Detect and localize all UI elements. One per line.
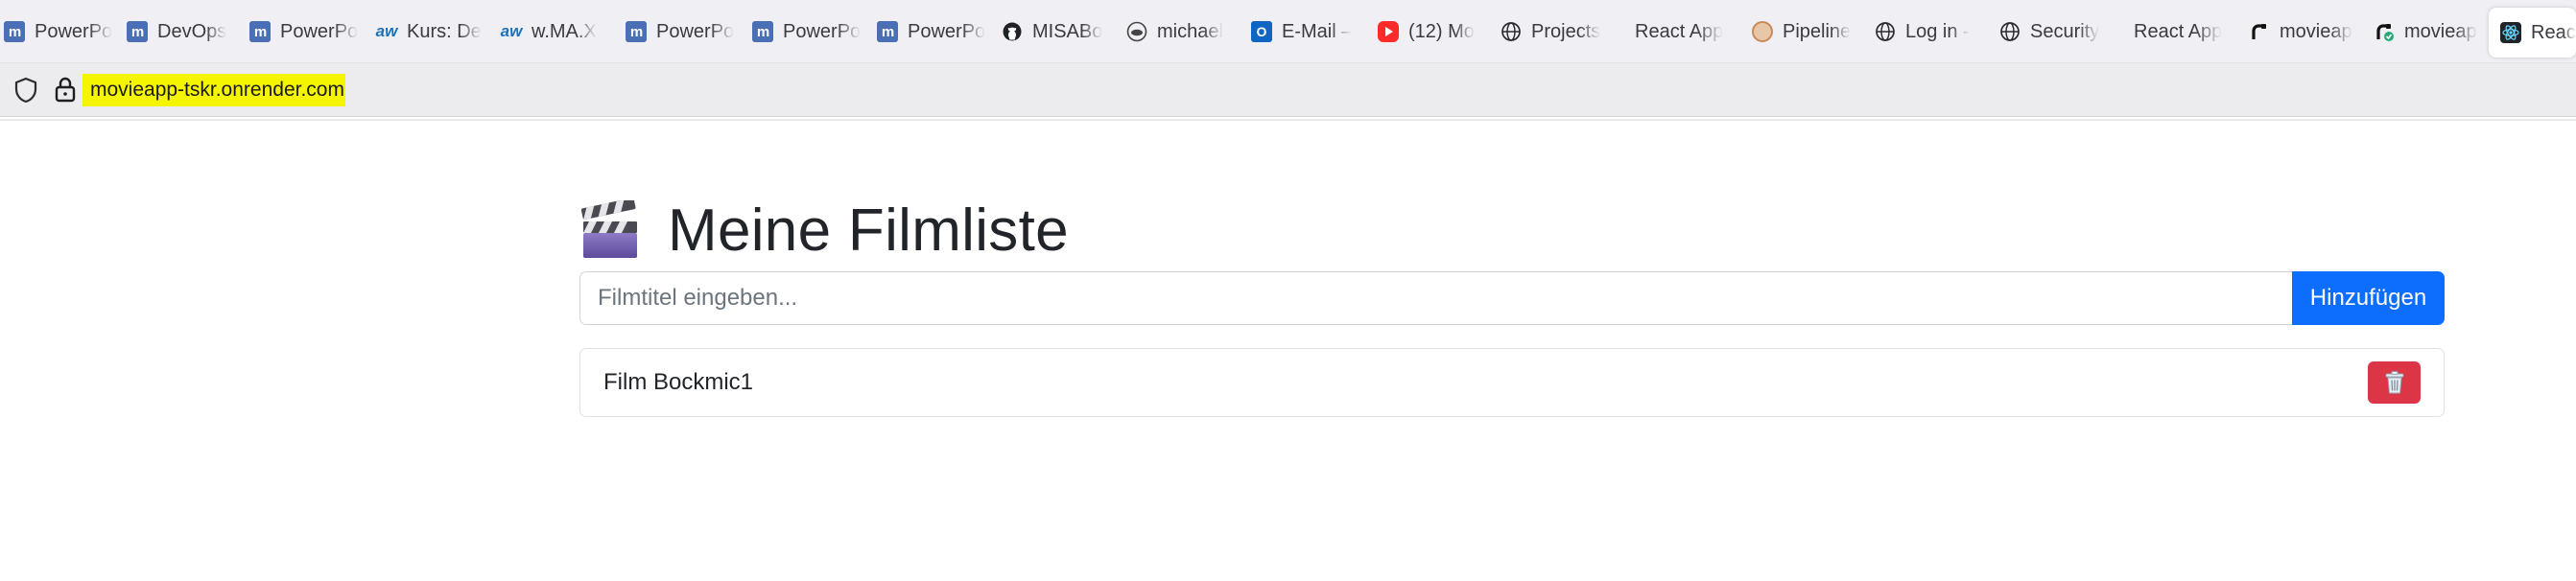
bookmark-tab-label: w.MA.X [532,20,597,42]
m-logo-icon: m [127,21,148,42]
bookmark-tab[interactable]: aw w.MA.X [497,12,610,52]
aw-logo-icon: aw [500,22,523,40]
add-movie-form: Hinzufügen [579,271,2445,325]
bookmark-tab-label: PowerPo [783,20,862,42]
shield-icon[interactable] [13,77,38,104]
bookmark-tab-label: Kurs: De [407,20,482,42]
bookmark-tab-label: Log in - [1905,20,1970,42]
globe-icon [2000,22,2020,41]
lock-icon[interactable] [54,75,77,104]
bookmarks-bar: m PowerPo m DevOps m PowerPo aw Kurs: De aw w.MA.… [0,0,2576,63]
bookmark-tab[interactable]: Log in - [1871,12,1984,52]
movie-title: Film Bockmic1 [603,369,754,395]
page-header: Meine Filmliste [579,192,1069,268]
bookmark-tab[interactable]: O E-Mail – [1247,12,1360,52]
m-logo-icon: m [752,21,773,42]
outlook-icon: O [1251,21,1272,42]
aw-logo-icon: aw [375,22,398,40]
bookmark-tab[interactable]: React App [1621,12,1735,52]
bookmark-tab[interactable]: m PowerPo [622,12,735,52]
bookmark-tab[interactable]: Projects [1497,12,1610,52]
docker-icon [1126,21,1147,42]
bookmark-tab-label: React App [1635,20,1724,42]
avatar-icon [1752,21,1773,42]
movie-title-input[interactable] [579,271,2292,325]
github-icon [1003,22,1022,41]
page-title: Meine Filmliste [668,197,1069,264]
globe-icon [1876,22,1895,41]
bookmark-tab-label: MISABo [1032,20,1103,42]
bookmark-tab-label: Pipeline [1783,20,1852,42]
bookmark-tab[interactable]: (12) Mo [1374,12,1487,52]
bookmark-tab[interactable]: m PowerPo [0,12,113,52]
clapperboard-icon [580,200,637,258]
bookmark-tab[interactable]: movieap [2370,12,2483,52]
bookmark-tab-label: movieap [2280,20,2352,42]
bookmark-tab-label: DevOps [157,20,227,42]
add-button[interactable]: Hinzufügen [2292,271,2445,325]
bookmark-tab[interactable]: MISABo [998,12,1111,52]
bookmark-tab[interactable]: movieap [2245,12,2358,52]
movie-list: Film Bockmic1 [579,348,2445,417]
address-bar[interactable]: movieapp-tskr.onrender.com [0,63,2576,117]
bookmark-tab[interactable]: m PowerPo [748,12,862,52]
bookmark-tab-label: Projects [1531,20,1601,42]
m-logo-icon: m [877,21,898,42]
bookmark-tab[interactable]: Pipeline [1748,12,1861,52]
bookmark-tab-label: E-Mail – [1282,20,1353,42]
bookmark-tab[interactable]: Security [1996,12,2109,52]
bookmark-tab[interactable]: aw Kurs: De [372,12,485,52]
bookmark-tab-label: React App [2134,20,2223,42]
bookmark-tab[interactable]: m PowerPo [246,12,359,52]
list-item: Film Bockmic1 [579,348,2445,417]
trash-icon [2385,371,2403,394]
m-logo-icon: m [626,21,647,42]
bookmark-tab-label: PowerPo [908,20,986,42]
bookmark-tab-label: movieap [2404,20,2477,42]
render-check-icon [2376,24,2394,41]
react-icon [2500,22,2521,43]
bookmark-tab[interactable]: React [2489,8,2576,58]
bookmark-tab-label: PowerPo [280,20,359,42]
bookmark-tab-label: michael [1157,20,1223,42]
youtube-icon [1378,21,1399,42]
bookmark-tab[interactable]: m PowerPo [873,12,986,52]
render-icon [2252,24,2266,39]
url-text[interactable]: movieapp-tskr.onrender.com [90,79,344,102]
m-logo-icon: m [4,21,25,42]
bookmark-tab-label: (12) Mo [1408,20,1475,42]
bookmark-tab[interactable]: React App [2120,12,2233,52]
globe-icon [1501,22,1521,41]
bookmark-tab[interactable]: m DevOps [123,12,236,52]
bookmark-tab-label: Security [2030,20,2100,42]
bookmark-tab-label: PowerPo [656,20,735,42]
bookmark-tab-label: React [2531,21,2576,43]
bookmark-tab[interactable]: michael [1123,12,1238,52]
m-logo-icon: m [249,21,271,42]
bookmark-tab-label: PowerPo [35,20,113,42]
delete-button[interactable] [2368,361,2421,404]
toolbar-divider [0,119,2576,121]
